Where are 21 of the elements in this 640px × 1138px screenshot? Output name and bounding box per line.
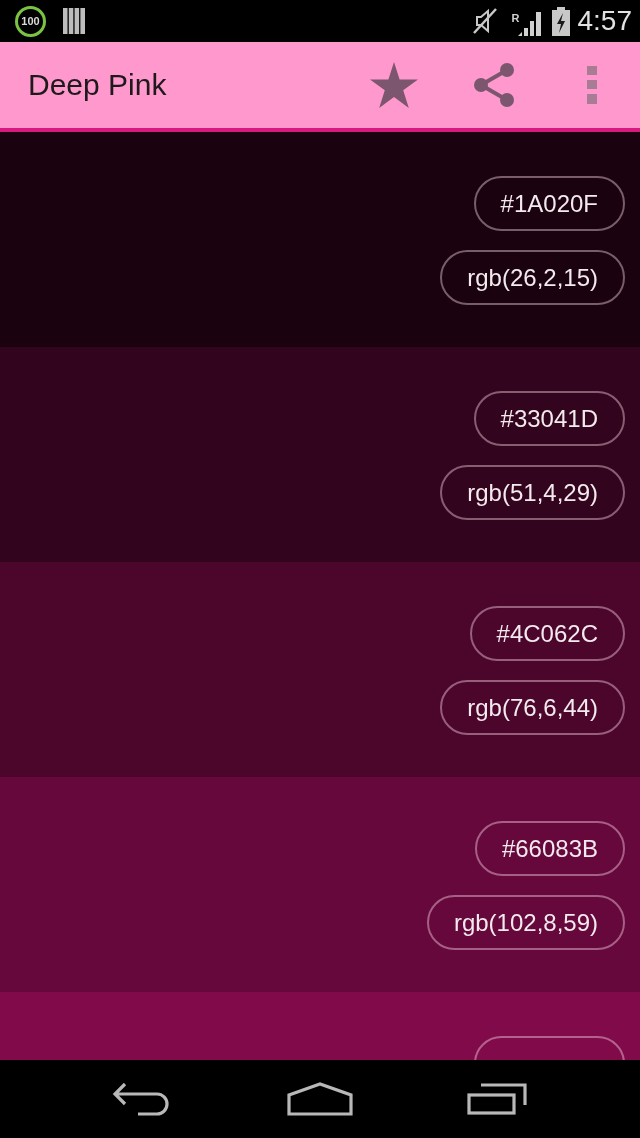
share-icon[interactable] [473, 63, 515, 107]
roaming-letter: R [511, 13, 520, 24]
rgb-code: rgb(26,2,15) [440, 250, 625, 305]
stripes-icon [63, 8, 85, 34]
star-icon[interactable] [370, 62, 418, 108]
hex-code: #4C062C [469, 606, 625, 661]
battery-charging-icon [551, 6, 570, 36]
recents-icon[interactable] [467, 1083, 529, 1115]
hex-code: #66083B [474, 821, 625, 876]
rgb-code: rgb(51,4,29) [440, 465, 625, 520]
screen-title: Deep Pink [28, 70, 167, 100]
home-icon[interactable] [287, 1082, 353, 1116]
signal-icon [517, 12, 542, 36]
clock-time: 4:57 [577, 7, 632, 35]
rgb-code: rgb(102,8,59) [426, 895, 625, 950]
rgb-code: rgb(76,6,44) [440, 680, 625, 735]
hex-code: #1A020F [473, 176, 625, 231]
back-icon[interactable] [112, 1082, 172, 1116]
battery-level-badge: 100 [15, 5, 46, 37]
hex-code: #33041D [473, 391, 625, 446]
mute-icon [471, 8, 498, 34]
